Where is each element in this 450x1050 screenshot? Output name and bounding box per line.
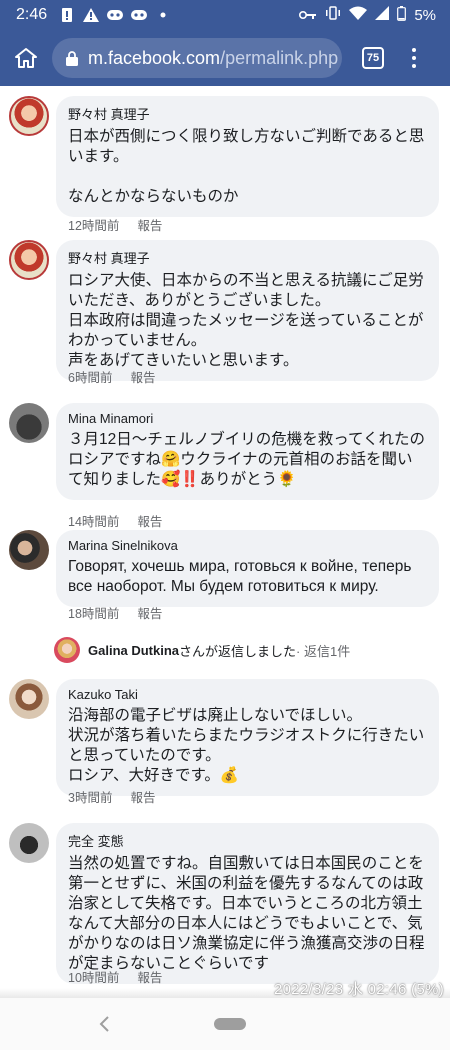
comment-time[interactable]: 3時間前 xyxy=(68,787,112,806)
comment-bubble: 野々村 真理子 ロシア大使、日本からの不当と思える抗議にご足労いただき、ありがと… xyxy=(56,240,439,381)
comment-time[interactable]: 18時間前 xyxy=(68,603,119,622)
comment-meta: 10時間前 報告 xyxy=(68,967,162,986)
lock-icon xyxy=(66,50,78,66)
chevron-left-icon xyxy=(99,1016,109,1032)
home-pill-button[interactable] xyxy=(214,1018,246,1030)
avatar[interactable] xyxy=(9,240,49,280)
status-bar: 2:46 5% xyxy=(0,0,450,30)
avatar[interactable] xyxy=(9,403,49,443)
comment-meta: 3時間前 報告 xyxy=(68,787,155,806)
comment-time[interactable]: 6時間前 xyxy=(68,367,112,386)
comment-bubble: 野々村 真理子 日本が西側につく限り致し方ないご判断であると思います。 なんとか… xyxy=(56,96,439,217)
overflow-menu-button[interactable] xyxy=(404,43,424,73)
url-path: /permalink.php xyxy=(220,47,339,68)
comment-author[interactable]: 野々村 真理子 xyxy=(68,248,427,267)
url-host: m.facebook.com xyxy=(88,47,221,68)
comment-bubble: Kazuko Taki 沿海部の電子ビザは廃止しないでほしい。 状況が落ち着いた… xyxy=(56,679,439,796)
status-right: 5% xyxy=(299,5,436,25)
reply-avatar xyxy=(54,637,80,663)
home-button[interactable] xyxy=(0,30,52,86)
report-link[interactable]: 報告 xyxy=(137,967,162,986)
avatar[interactable] xyxy=(9,679,49,719)
comment-author[interactable]: Marina Sinelnikova xyxy=(68,538,427,553)
comment-meta: 14時間前 報告 xyxy=(68,511,162,530)
back-button[interactable] xyxy=(92,1012,116,1036)
signal-icon xyxy=(375,6,390,24)
avatar[interactable] xyxy=(9,96,49,136)
comment-author[interactable]: Kazuko Taki xyxy=(68,687,427,702)
tab-switcher-button[interactable]: 75 xyxy=(362,47,384,69)
reply-count: · 返信1件 xyxy=(296,643,351,659)
comment-text: ３月12日〜チェルノブイリの危機を救ってくれたのロシアですね🤗ウクライナの元首相… xyxy=(68,431,426,488)
game-controller-icon-2 xyxy=(131,7,148,23)
alert-card-icon xyxy=(59,7,75,23)
comment-meta: 12時間前 報告 xyxy=(68,215,162,234)
browser-toolbar: m.facebook.com/permalink.php 75 xyxy=(0,30,450,86)
report-link[interactable]: 報告 xyxy=(137,511,162,530)
comment-time[interactable]: 12時間前 xyxy=(68,215,119,234)
avatar[interactable] xyxy=(9,530,49,570)
report-link[interactable]: 報告 xyxy=(130,787,155,806)
key-icon xyxy=(299,7,317,24)
url-bar[interactable]: m.facebook.com/permalink.php xyxy=(52,38,342,78)
comment-text: 日本が西側につく限り致し方ないご判断であると思います。 なんとかならないものか xyxy=(68,128,425,205)
comment-time[interactable]: 14時間前 xyxy=(68,511,119,530)
comment-text: ロシア大使、日本からの不当と思える抗議にご足労いただき、ありがとうございました。… xyxy=(68,272,424,369)
timestamp-overlay: 2022/3/23 水 02:46 (5%) xyxy=(273,981,444,998)
comment-text: 沿海部の電子ビザは廃止しないでほしい。 状況が落ち着いたらまたウラジオストクに行… xyxy=(68,707,425,784)
system-nav-bar xyxy=(0,998,450,1050)
comment-bubble: Marina Sinelnikova Говорят, хочешь мира,… xyxy=(56,530,439,607)
comment-time[interactable]: 10時間前 xyxy=(68,967,119,986)
comment-author[interactable]: 野々村 真理子 xyxy=(68,104,427,123)
comment-text: 当然の処置ですね。自国敷いては日本国民のことを第一とせずに、米国の利益を優先する… xyxy=(68,855,425,972)
comment-text: Говорят, хочешь мира, готовься к войне, … xyxy=(68,558,416,595)
vibrate-icon xyxy=(325,5,341,25)
comment-meta: 18時間前 報告 xyxy=(68,603,162,622)
report-link[interactable]: 報告 xyxy=(137,215,162,234)
dot-icon xyxy=(155,7,171,23)
battery-icon xyxy=(397,5,407,25)
reply-suffix: さんが返信しました xyxy=(179,643,297,659)
avatar[interactable] xyxy=(9,823,49,863)
comment-bubble: 完全 変態 当然の処置ですね。自国敷いては日本国民のことを第一とせずに、米国の利… xyxy=(56,823,439,984)
reply-summary[interactable]: Galina Dutkina さんが返信しました · 返信1件 xyxy=(54,636,350,664)
home-icon xyxy=(15,48,37,68)
comment-author[interactable]: 完全 変態 xyxy=(68,831,427,850)
wifi-icon xyxy=(349,6,368,24)
comment-author[interactable]: Mina Minamori xyxy=(68,411,427,426)
comment-bubble: Mina Minamori ３月12日〜チェルノブイリの危機を救ってくれたのロシ… xyxy=(56,403,439,500)
battery-percent: 5% xyxy=(414,6,436,24)
report-link[interactable]: 報告 xyxy=(137,603,162,622)
game-controller-icon xyxy=(107,7,124,23)
comment-meta: 6時間前 報告 xyxy=(68,367,155,386)
report-link[interactable]: 報告 xyxy=(130,367,155,386)
reply-author: Galina Dutkina xyxy=(88,642,180,658)
warning-icon xyxy=(83,7,100,23)
status-time: 2:46 xyxy=(16,6,48,23)
